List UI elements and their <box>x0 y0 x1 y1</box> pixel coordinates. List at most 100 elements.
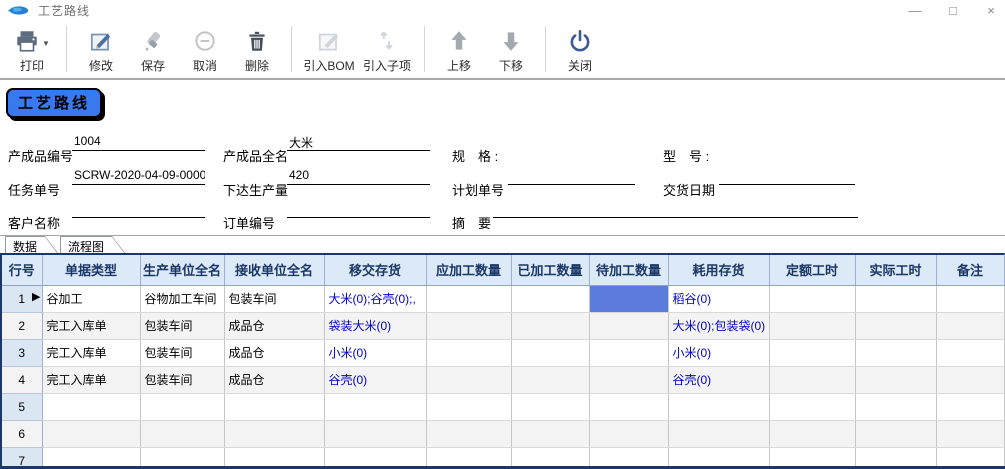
actual-hours-cell[interactable] <box>855 285 936 312</box>
doc-type-cell[interactable]: 完工入库单 <box>42 312 140 339</box>
import-bom-button[interactable]: 引入BOM <box>300 24 358 78</box>
close-button[interactable]: 关闭 <box>554 24 606 78</box>
qty-pending-cell[interactable] <box>589 393 668 420</box>
actual-hours-cell[interactable] <box>855 339 936 366</box>
save-button[interactable]: 保存 <box>127 24 179 78</box>
consumed-inventory-cell[interactable] <box>668 420 769 447</box>
recv-unit-cell[interactable]: 成品仓 <box>224 339 324 366</box>
move-down-button[interactable]: 下移 <box>485 24 537 78</box>
modify-button[interactable]: 修改 <box>75 24 127 78</box>
quota-hours-cell[interactable] <box>769 393 855 420</box>
remark-cell[interactable] <box>936 285 1004 312</box>
col-header-quota-hours[interactable]: 定额工时 <box>769 255 855 285</box>
prod-unit-cell[interactable] <box>140 420 224 447</box>
transfer-inventory-cell[interactable]: 袋装大米(0) <box>324 312 426 339</box>
consumed-inventory-cell[interactable]: 大米(0);包装袋(0) <box>668 312 769 339</box>
col-header-doc-type[interactable]: 单据类型 <box>42 255 140 285</box>
order-no-field[interactable] <box>287 201 430 218</box>
consumed-inventory-cell[interactable]: 稻谷(0) <box>668 285 769 312</box>
transfer-inventory-cell[interactable]: 大米(0);谷壳(0);, <box>324 285 426 312</box>
transfer-inventory-cell[interactable] <box>324 420 426 447</box>
minimize-icon[interactable]: — <box>907 2 923 18</box>
quota-hours-cell[interactable] <box>769 420 855 447</box>
doc-type-cell[interactable]: 完工入库单 <box>42 366 140 393</box>
row-number-cell[interactable]: 5 <box>2 393 42 420</box>
row-number-cell[interactable]: 3 <box>2 339 42 366</box>
move-up-button[interactable]: 上移 <box>433 24 485 78</box>
qty-pending-cell[interactable] <box>589 420 668 447</box>
qty-due-cell[interactable] <box>426 312 511 339</box>
qty-due-cell[interactable] <box>426 366 511 393</box>
col-header-row-no[interactable]: 行号 <box>2 255 42 285</box>
recv-unit-cell[interactable] <box>224 393 324 420</box>
col-header-prod-unit[interactable]: 生产单位全名 <box>140 255 224 285</box>
delete-button[interactable]: 删除 <box>231 24 283 78</box>
row-number-cell[interactable]: 1▶ <box>2 285 42 312</box>
qty-done-cell[interactable] <box>511 366 589 393</box>
qty-due-cell[interactable] <box>426 285 511 312</box>
doc-type-cell[interactable] <box>42 420 140 447</box>
doc-type-cell[interactable]: 完工入库单 <box>42 339 140 366</box>
remark-cell[interactable] <box>936 312 1004 339</box>
remark-cell[interactable] <box>936 420 1004 447</box>
qty-due-cell[interactable] <box>426 393 511 420</box>
recv-unit-cell[interactable]: 成品仓 <box>224 312 324 339</box>
col-header-qty-pending[interactable]: 待加工数量 <box>589 255 668 285</box>
qty-pending-cell[interactable] <box>589 366 668 393</box>
remark-cell[interactable] <box>936 393 1004 420</box>
qty-pending-cell-selected[interactable] <box>589 285 668 312</box>
summary-field[interactable] <box>493 201 858 218</box>
product-code-field[interactable]: 1004 <box>72 134 205 151</box>
col-header-consumed[interactable]: 耗用存货 <box>668 255 769 285</box>
transfer-inventory-cell[interactable]: 谷壳(0) <box>324 366 426 393</box>
tab-flowchart[interactable]: 流程图 <box>60 236 125 253</box>
doc-type-cell[interactable] <box>42 393 140 420</box>
qty-due-cell[interactable] <box>426 420 511 447</box>
quota-hours-cell[interactable] <box>769 366 855 393</box>
col-header-actual-hours[interactable]: 实际工时 <box>855 255 936 285</box>
consumed-inventory-cell[interactable]: 小米(0) <box>668 339 769 366</box>
qty-done-cell[interactable] <box>511 339 589 366</box>
col-header-qty-due[interactable]: 应加工数量 <box>426 255 511 285</box>
actual-hours-cell[interactable] <box>855 393 936 420</box>
recv-unit-cell[interactable] <box>224 420 324 447</box>
import-subitem-button[interactable]: 引入子项 <box>358 24 416 78</box>
prod-unit-cell[interactable]: 包装车间 <box>140 366 224 393</box>
prod-unit-cell[interactable]: 包装车间 <box>140 339 224 366</box>
remark-cell[interactable] <box>936 366 1004 393</box>
col-header-qty-done[interactable]: 已加工数量 <box>511 255 589 285</box>
quota-hours-cell[interactable] <box>769 339 855 366</box>
row-number-cell[interactable]: 6 <box>2 420 42 447</box>
maximize-icon[interactable]: □ <box>945 2 961 18</box>
row-number-cell[interactable]: 2 <box>2 312 42 339</box>
prod-unit-cell[interactable]: 谷物加工车间 <box>140 285 224 312</box>
qty-pending-cell[interactable] <box>589 339 668 366</box>
close-icon[interactable]: × <box>983 2 999 18</box>
recv-unit-cell[interactable]: 包装车间 <box>224 285 324 312</box>
tab-data[interactable]: 数据 <box>5 236 58 253</box>
row-number-cell[interactable]: 4 <box>2 366 42 393</box>
recv-unit-cell[interactable]: 成品仓 <box>224 366 324 393</box>
customer-field[interactable] <box>72 201 205 218</box>
col-header-remark[interactable]: 备注 <box>936 255 1004 285</box>
delivery-date-field[interactable] <box>719 168 855 185</box>
consumed-inventory-cell[interactable]: 谷壳(0) <box>668 366 769 393</box>
prod-unit-cell[interactable]: 包装车间 <box>140 312 224 339</box>
prod-unit-cell[interactable] <box>140 393 224 420</box>
doc-type-cell[interactable]: 谷加工 <box>42 285 140 312</box>
print-button[interactable]: ▼ 打印 <box>6 24 58 78</box>
plan-no-field[interactable] <box>508 168 635 185</box>
actual-hours-cell[interactable] <box>855 420 936 447</box>
output-qty-field[interactable]: 420 <box>287 168 430 185</box>
actual-hours-cell[interactable] <box>855 312 936 339</box>
quota-hours-cell[interactable] <box>769 285 855 312</box>
qty-done-cell[interactable] <box>511 420 589 447</box>
actual-hours-cell[interactable] <box>855 366 936 393</box>
col-header-recv-unit[interactable]: 接收单位全名 <box>224 255 324 285</box>
remark-cell[interactable] <box>936 339 1004 366</box>
qty-done-cell[interactable] <box>511 285 589 312</box>
product-name-field[interactable]: 大米 <box>287 134 430 151</box>
qty-done-cell[interactable] <box>511 312 589 339</box>
qty-due-cell[interactable] <box>426 339 511 366</box>
consumed-inventory-cell[interactable] <box>668 393 769 420</box>
